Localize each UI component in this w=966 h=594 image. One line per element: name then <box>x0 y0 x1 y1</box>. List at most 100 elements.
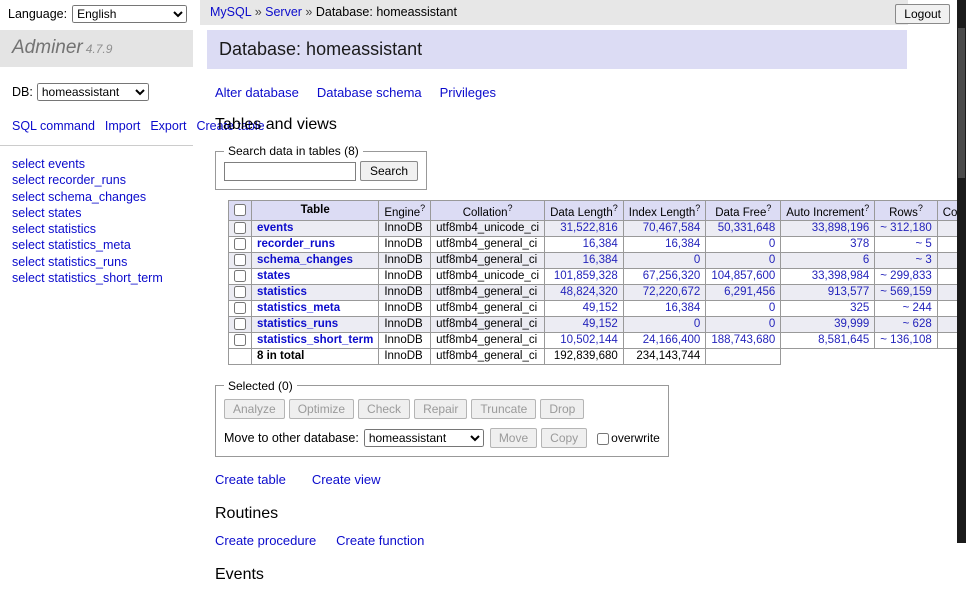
repair-button[interactable]: Repair <box>414 399 467 419</box>
index-length-cell: 67,256,320 <box>623 268 706 284</box>
sidebar-select-statistics-runs[interactable]: select statistics_runs <box>12 254 181 270</box>
collation-cell: utf8mb4_general_ci <box>431 316 545 332</box>
sidebar-link-sql-command[interactable]: SQL command <box>12 119 95 133</box>
row-checkbox-statistics-meta[interactable] <box>234 302 246 314</box>
column-header-data-free[interactable]: Data Free? <box>706 201 781 221</box>
sidebar-table-links: select eventsselect recorder_runsselect … <box>0 146 193 296</box>
table-link-statistics[interactable]: statistics <box>257 286 307 298</box>
rows-link-statistics-short-term[interactable]: ~ 136,108 <box>880 334 931 346</box>
rows-link-schema-changes[interactable]: ~ 3 <box>915 254 931 266</box>
table-row-statistics-meta: statistics_metaInnoDButf8mb4_general_ci4… <box>229 300 966 316</box>
move-row: Move to other database:homeassistantMove… <box>224 428 660 448</box>
rows-link-statistics-runs[interactable]: ~ 628 <box>903 318 932 330</box>
optimize-button[interactable]: Optimize <box>289 399 354 419</box>
app-logo: Adminer4.7.9 <box>0 30 193 67</box>
check-button[interactable]: Check <box>358 399 410 419</box>
total-label: 8 in total <box>252 348 379 364</box>
select-all-checkbox[interactable] <box>234 204 246 216</box>
vertical-scrollbar[interactable] <box>957 0 966 543</box>
row-checkbox-statistics[interactable] <box>234 286 246 298</box>
overwrite-checkbox[interactable] <box>597 433 609 445</box>
table-name-cell: statistics <box>252 284 379 300</box>
analyze-button[interactable]: Analyze <box>224 399 285 419</box>
sidebar-link-import[interactable]: Import <box>105 119 140 133</box>
column-header-auto-increment[interactable]: Auto Increment? <box>781 201 875 221</box>
breadcrumb-separator: » <box>251 5 265 19</box>
auto-increment-cell: 6 <box>781 252 875 268</box>
logout-button[interactable]: Logout <box>895 4 950 24</box>
table-link-recorder-runs[interactable]: recorder_runs <box>257 238 335 250</box>
sidebar-select-statistics-short-term[interactable]: select statistics_short_term <box>12 270 181 286</box>
row-checkbox-statistics-short-term[interactable] <box>234 334 246 346</box>
app-name-link[interactable]: Adminer <box>12 37 83 58</box>
column-header-table[interactable]: Table <box>252 201 379 221</box>
search-button[interactable]: Search <box>360 161 418 181</box>
copy-button[interactable]: Copy <box>541 428 587 448</box>
column-header-rows[interactable]: Rows? <box>875 201 937 221</box>
sidebar-select-statistics-meta[interactable]: select statistics_meta <box>12 237 181 253</box>
sidebar-select-schema-changes[interactable]: select schema_changes <box>12 189 181 205</box>
search-input[interactable] <box>224 162 356 181</box>
create-create-table[interactable]: Create table <box>215 472 286 487</box>
database-actions: Alter database Database schema Privileges <box>215 85 907 100</box>
table-link-statistics-meta[interactable]: statistics_meta <box>257 302 340 314</box>
row-checkbox-states[interactable] <box>234 270 246 282</box>
rows-link-statistics[interactable]: ~ 569,159 <box>880 286 931 298</box>
index-length-cell: 72,220,672 <box>623 284 706 300</box>
tables-heading: Tables and views <box>215 116 907 134</box>
row-checkbox-recorder-runs[interactable] <box>234 238 246 250</box>
action-database-schema[interactable]: Database schema <box>317 85 422 100</box>
breadcrumb-current: Database: homeassistant <box>316 5 457 19</box>
data-length-cell: 101,859,328 <box>545 268 624 284</box>
index-length-cell: 16,384 <box>623 300 706 316</box>
sidebar: Adminer4.7.9 DB:homeassistant SQL comman… <box>0 30 193 296</box>
data-length-cell: 49,152 <box>545 316 624 332</box>
action-alter-database[interactable]: Alter database <box>215 85 299 100</box>
move-database-select[interactable]: homeassistant <box>364 429 484 447</box>
table-link-states[interactable]: states <box>257 270 290 282</box>
column-header-engine[interactable]: Engine? <box>379 201 431 221</box>
drop-button[interactable]: Drop <box>540 399 584 419</box>
action-privileges[interactable]: Privileges <box>440 85 496 100</box>
table-link-events[interactable]: events <box>257 222 293 234</box>
column-header-collation[interactable]: Collation? <box>431 201 545 221</box>
rows-link-states[interactable]: ~ 299,833 <box>880 270 931 282</box>
data-length-cell: 10,502,144 <box>545 332 624 348</box>
truncate-button[interactable]: Truncate <box>471 399 536 419</box>
auto-increment-cell: 39,999 <box>781 316 875 332</box>
rows-cell: ~ 3 <box>875 252 937 268</box>
engine-cell: InnoDB <box>379 236 431 252</box>
create-create-view[interactable]: Create view <box>312 472 381 487</box>
routine-create-function[interactable]: Create function <box>336 533 424 548</box>
row-checkbox-statistics-runs[interactable] <box>234 318 246 330</box>
db-select[interactable]: homeassistant <box>37 83 149 101</box>
breadcrumb-link-mysql[interactable]: MySQL <box>210 5 251 19</box>
rows-link-statistics-meta[interactable]: ~ 244 <box>903 302 932 314</box>
table-link-statistics-short-term[interactable]: statistics_short_term <box>257 334 373 346</box>
scrollbar-thumb[interactable] <box>958 28 965 178</box>
row-checkbox-cell <box>229 316 252 332</box>
breadcrumb-separator: » <box>302 5 316 19</box>
engine-cell: InnoDB <box>379 220 431 236</box>
sidebar-select-statistics[interactable]: select statistics <box>12 221 181 237</box>
sidebar-link-export[interactable]: Export <box>150 119 186 133</box>
routine-create-procedure[interactable]: Create procedure <box>215 533 316 548</box>
breadcrumb-link-server[interactable]: Server <box>265 5 302 19</box>
sidebar-select-events[interactable]: select events <box>12 156 181 172</box>
index-length-cell: 24,166,400 <box>623 332 706 348</box>
auto-increment-cell: 8,581,645 <box>781 332 875 348</box>
engine-cell: InnoDB <box>379 300 431 316</box>
data-free-cell: 50,331,648 <box>706 220 781 236</box>
column-header-index-length[interactable]: Index Length? <box>623 201 706 221</box>
table-link-schema-changes[interactable]: schema_changes <box>257 254 353 266</box>
row-checkbox-events[interactable] <box>234 222 246 234</box>
rows-link-events[interactable]: ~ 312,180 <box>880 222 931 234</box>
move-button[interactable]: Move <box>490 428 537 448</box>
row-checkbox-schema-changes[interactable] <box>234 254 246 266</box>
rows-link-recorder-runs[interactable]: ~ 5 <box>915 238 931 250</box>
column-header-data-length[interactable]: Data Length? <box>545 201 624 221</box>
language-select[interactable]: English <box>72 5 187 23</box>
sidebar-select-states[interactable]: select states <box>12 205 181 221</box>
table-link-statistics-runs[interactable]: statistics_runs <box>257 318 338 330</box>
sidebar-select-recorder-runs[interactable]: select recorder_runs <box>12 172 181 188</box>
